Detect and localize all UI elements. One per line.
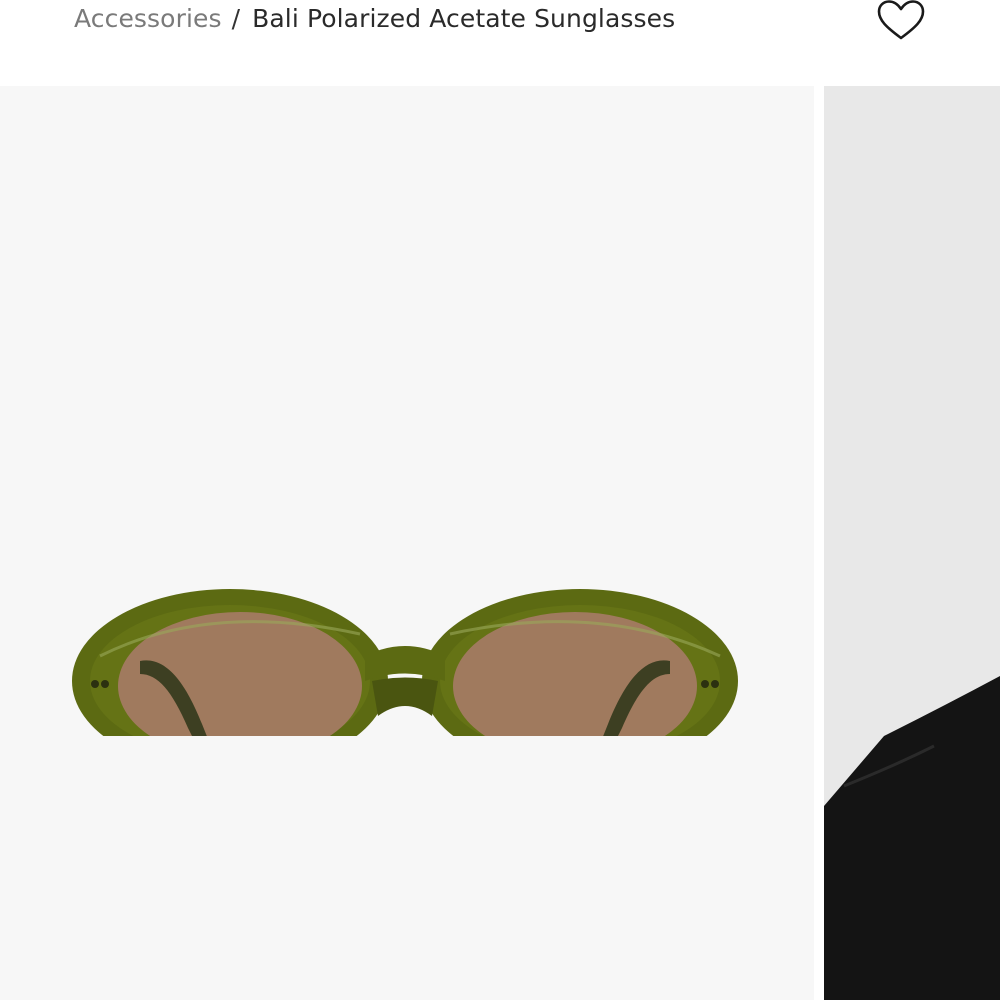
heart-outline-icon — [877, 0, 925, 40]
model-photo — [824, 86, 1000, 1000]
gallery-slide-main[interactable] — [0, 86, 814, 1000]
wishlist-button[interactable] — [876, 0, 926, 42]
breadcrumb-link-accessories[interactable]: Accessories — [74, 4, 222, 33]
product-gallery[interactable] — [0, 86, 1000, 1000]
product-page: Accessories / Bali Polarized Acetate Sun… — [0, 0, 1000, 1000]
breadcrumb: Accessories / Bali Polarized Acetate Sun… — [74, 0, 675, 36]
breadcrumb-current-page: Bali Polarized Acetate Sunglasses — [252, 3, 676, 33]
breadcrumb-separator: / — [231, 3, 241, 33]
header: Accessories / Bali Polarized Acetate Sun… — [0, 0, 1000, 86]
sunglasses-product-image — [72, 589, 738, 736]
gallery-slide-next[interactable] — [824, 86, 1000, 1000]
